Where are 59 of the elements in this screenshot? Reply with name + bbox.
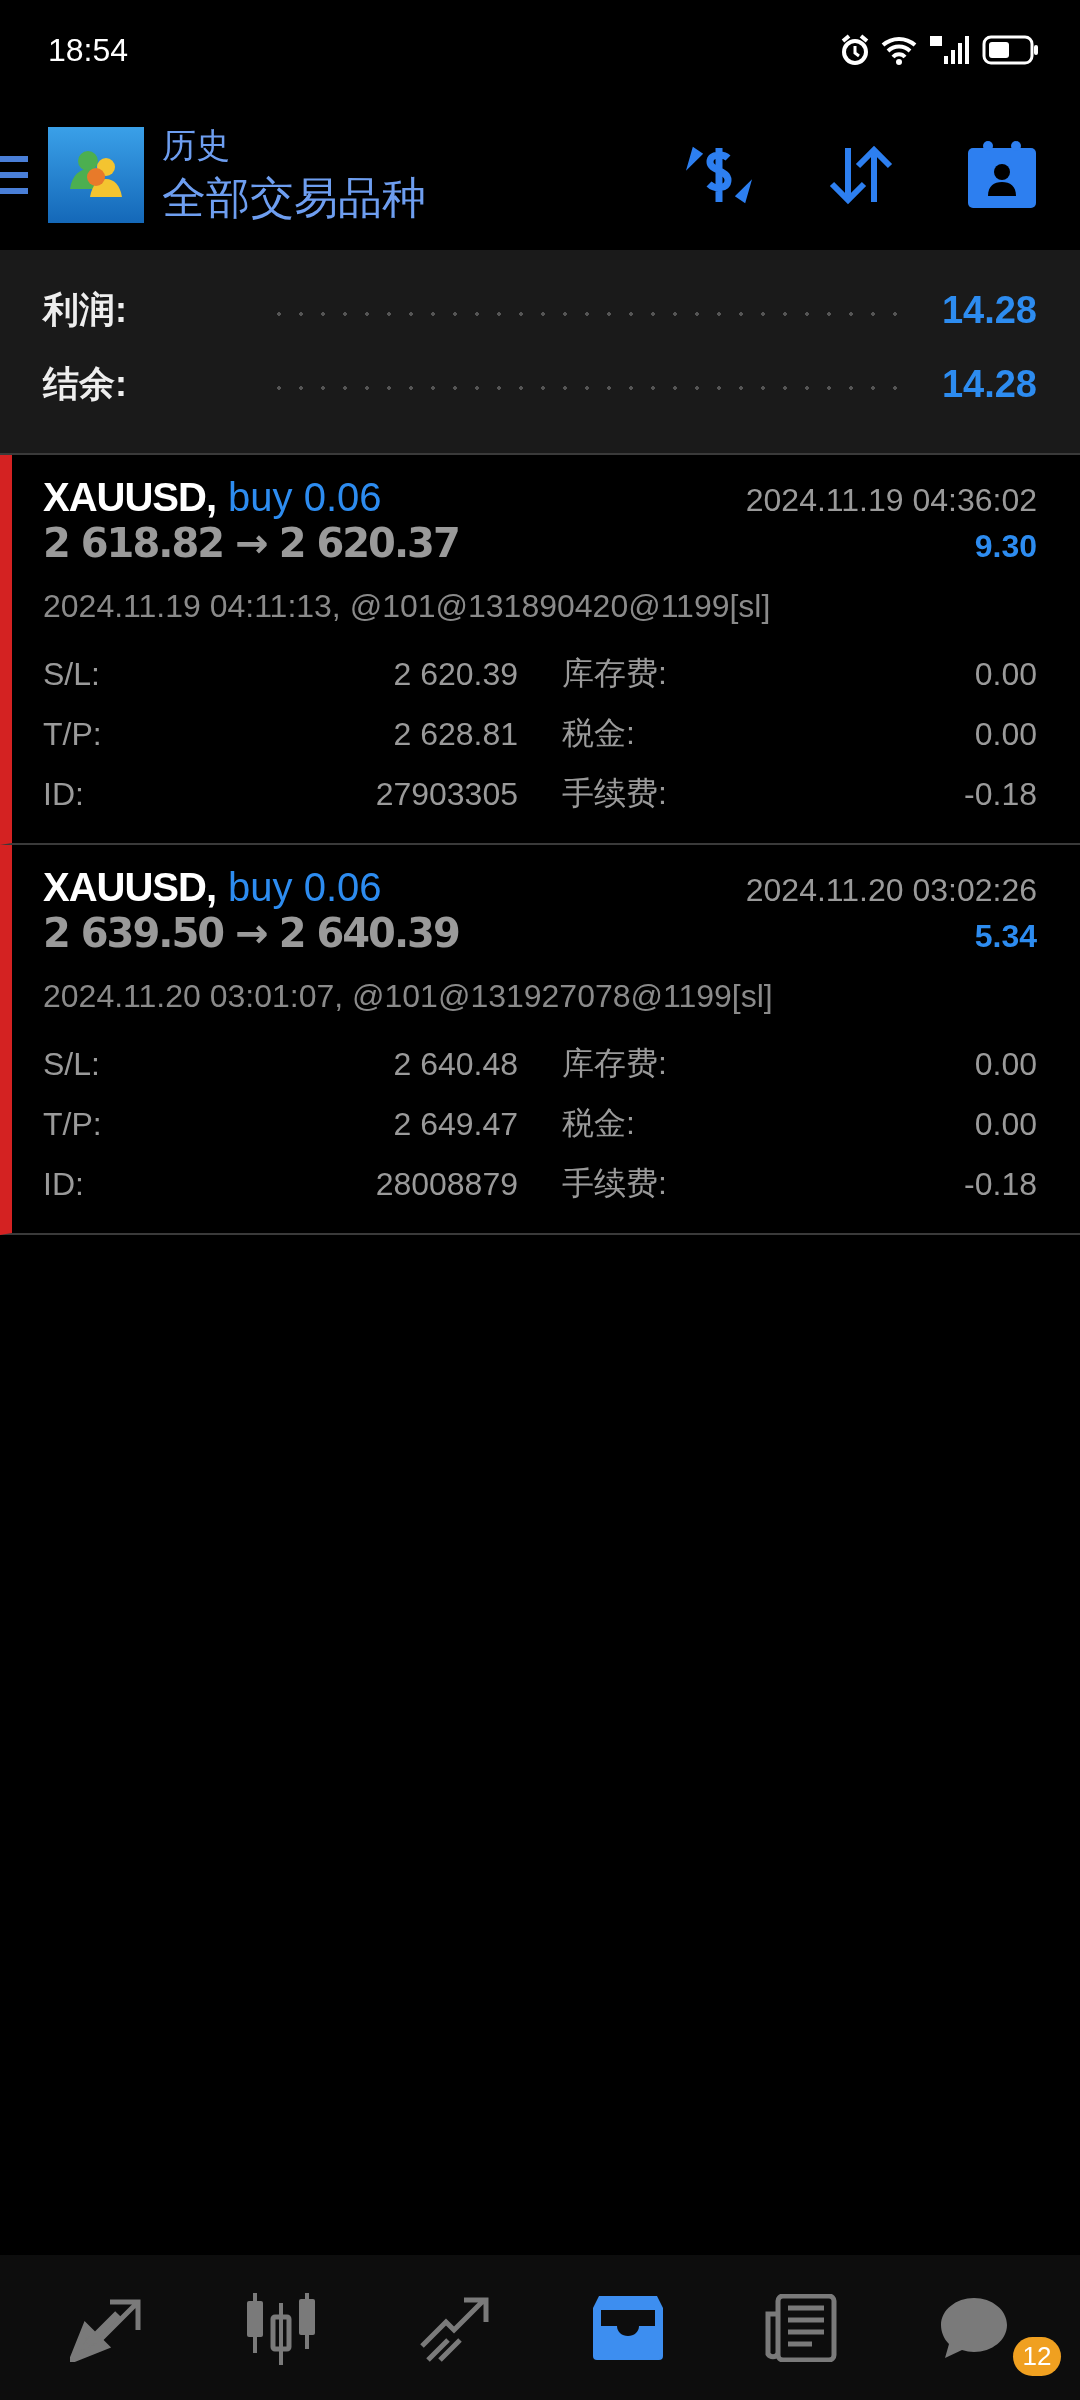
fee-label: 税金: bbox=[562, 1104, 636, 1143]
battery-icon bbox=[982, 35, 1040, 65]
trade-symbol: XAUUSD, bbox=[43, 475, 217, 520]
arrow-glyph: → bbox=[235, 520, 267, 566]
detail-label: ID: bbox=[43, 1165, 85, 1203]
screen-title: 历史 bbox=[162, 124, 231, 166]
detail-label: ID: bbox=[43, 775, 85, 813]
summary-label: 利润: bbox=[43, 287, 128, 332]
trade-comment: 2024.11.19 04:11:13, @101@131890420@1199[sl] bbox=[43, 588, 772, 626]
fee-value: -0.18 bbox=[964, 775, 1037, 813]
close-price: 2 640.39 bbox=[278, 910, 459, 956]
trade-card[interactable]: XAUUSD, buy 0.06 2024.11.19 04:36:02 2 618.82 → 2 620.37 9.30 2024.11.19 04:11:13, @101@131890420@1199[sl] S/L: 2 620.39 库存费: 0.00 T/P: 2 628.81 税金: 0.00 ID: 27903305 手续费: -0.18 bbox=[0, 455, 1080, 845]
fee-label: 手续费: bbox=[562, 1164, 668, 1203]
inbox-icon[interactable] bbox=[590, 2293, 665, 2362]
detail-value: 2 640.48 bbox=[392, 1045, 518, 1083]
signal-icon bbox=[928, 34, 972, 66]
trade-side: buy 0.06 bbox=[228, 865, 382, 910]
fee-value: 0.00 bbox=[974, 1105, 1037, 1143]
fee-label: 库存费: bbox=[562, 654, 668, 693]
open-price: 2 639.50 bbox=[43, 910, 224, 956]
open-price: 2 618.82 bbox=[43, 520, 224, 566]
app-logo-icon bbox=[48, 127, 144, 223]
menu-icon[interactable] bbox=[0, 154, 30, 196]
detail-label: T/P: bbox=[43, 1105, 103, 1143]
close-time: 2024.11.19 04:36:02 bbox=[745, 482, 1037, 519]
notification-badge: 12 bbox=[1012, 2336, 1062, 2376]
symbol-filter[interactable]: 全部交易品种 bbox=[162, 168, 664, 228]
fee-label: 税金: bbox=[562, 714, 636, 753]
detail-value: 2 620.39 bbox=[392, 655, 518, 693]
detail-label: S/L: bbox=[43, 1045, 101, 1083]
trade-symbol: XAUUSD, bbox=[43, 865, 217, 910]
close-price: 2 620.37 bbox=[278, 520, 459, 566]
close-time: 2024.11.20 03:02:26 bbox=[745, 872, 1037, 909]
fee-label: 库存费: bbox=[562, 1044, 668, 1083]
fee-value: 0.00 bbox=[974, 1045, 1037, 1083]
wifi-icon bbox=[880, 35, 918, 65]
detail-label: S/L: bbox=[43, 655, 101, 693]
trade-profit: 9.30 bbox=[974, 528, 1037, 565]
summary-label: 结余: bbox=[43, 361, 128, 406]
alarm-icon bbox=[840, 34, 870, 66]
trade-profit: 5.34 bbox=[974, 918, 1037, 955]
newspaper-icon[interactable] bbox=[763, 2293, 838, 2362]
detail-value: 28008879 bbox=[374, 1165, 518, 1203]
fee-value: 0.00 bbox=[974, 655, 1037, 693]
contact-calendar-icon[interactable] bbox=[966, 140, 1038, 210]
detail-value: 2 649.47 bbox=[392, 1105, 518, 1143]
detail-label: T/P: bbox=[43, 715, 103, 753]
fee-value: 0.00 bbox=[974, 715, 1037, 753]
fee-value: -0.18 bbox=[964, 1165, 1037, 1203]
arrow-glyph: → bbox=[235, 910, 267, 956]
summary-value: 14.28 bbox=[941, 362, 1037, 406]
fee-label: 手续费: bbox=[562, 774, 668, 813]
trade-card[interactable]: XAUUSD, buy 0.06 2024.11.20 03:02:26 2 639.50 → 2 640.39 5.34 2024.11.20 03:01:07, @101@131927078@1199[sl] S/L: 2 640.48 库存费: 0.00 T/P: 2 649.47 税金: 0.00 ID: 28008879 手续费: -0.18 bbox=[0, 845, 1080, 1235]
detail-value: 2 628.81 bbox=[392, 715, 518, 753]
summary-value: 14.28 bbox=[941, 288, 1037, 332]
status-time: 18:54 bbox=[48, 31, 129, 69]
trade-side: buy 0.06 bbox=[228, 475, 382, 520]
detail-value: 27903305 bbox=[374, 775, 518, 813]
trade-comment: 2024.11.20 03:01:07, @101@131927078@1199[sl] bbox=[43, 978, 774, 1016]
